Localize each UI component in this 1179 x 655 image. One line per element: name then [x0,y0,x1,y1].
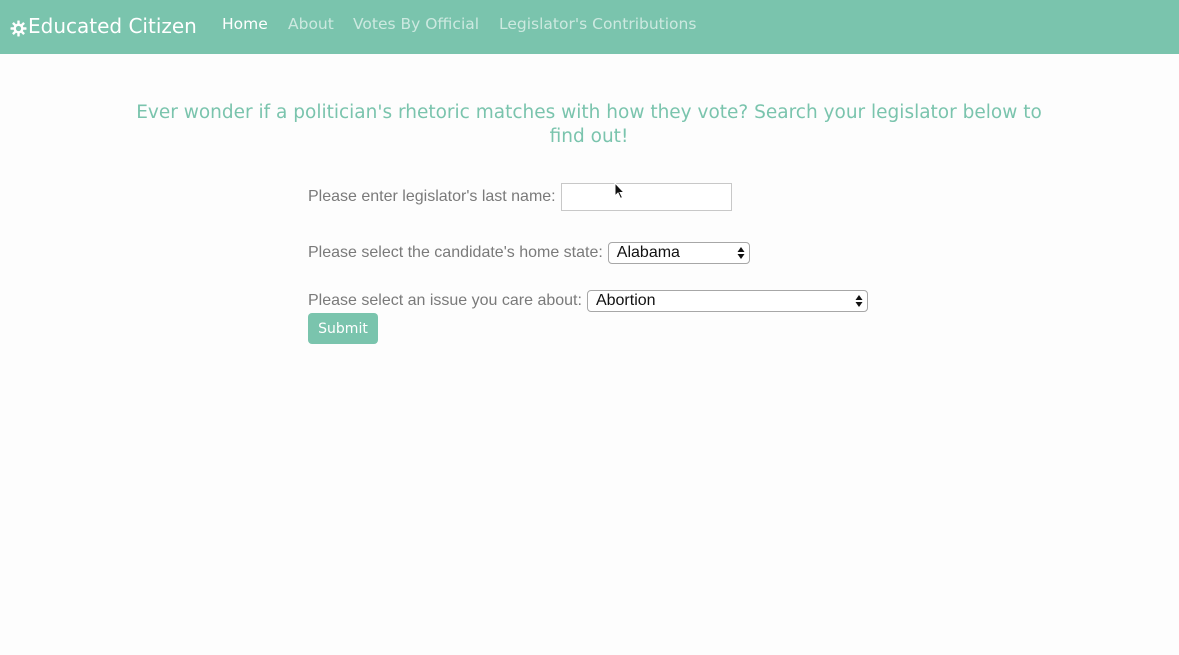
gear-icon [10,18,27,36]
last-name-row: Please enter legislator's last name: [308,182,732,212]
select-arrows-icon [737,246,745,260]
state-select[interactable]: Alabama [607,242,750,264]
state-select-value: Alabama [616,244,680,261]
issue-row: Please select an issue you care about: A… [308,290,868,312]
nav-home[interactable]: Home [222,15,268,33]
last-name-label: Please enter legislator's last name: [308,188,556,205]
select-arrows-icon [855,294,863,308]
last-name-input[interactable] [560,183,732,211]
nav-legislators-contributions[interactable]: Legislator's Contributions [499,15,696,33]
state-row: Please select the candidate's home state… [308,242,750,264]
issue-select[interactable]: Abortion [586,290,868,312]
issue-select-value: Abortion [595,292,656,309]
brand-name: Educated Citizen [28,14,197,38]
brand-link[interactable]: Educated Citizen [10,13,197,39]
submit-button[interactable]: Submit [308,313,378,344]
navbar: Educated Citizen Home About Votes By Off… [0,0,1179,54]
nav-votes-by-official[interactable]: Votes By Official [353,15,479,33]
mouse-cursor-icon [614,181,626,200]
nav-about[interactable]: About [288,15,334,33]
state-label: Please select the candidate's home state… [308,244,603,261]
page-tagline: Ever wonder if a politician's rhetoric m… [136,102,1042,147]
issue-label: Please select an issue you care about: [308,292,582,309]
